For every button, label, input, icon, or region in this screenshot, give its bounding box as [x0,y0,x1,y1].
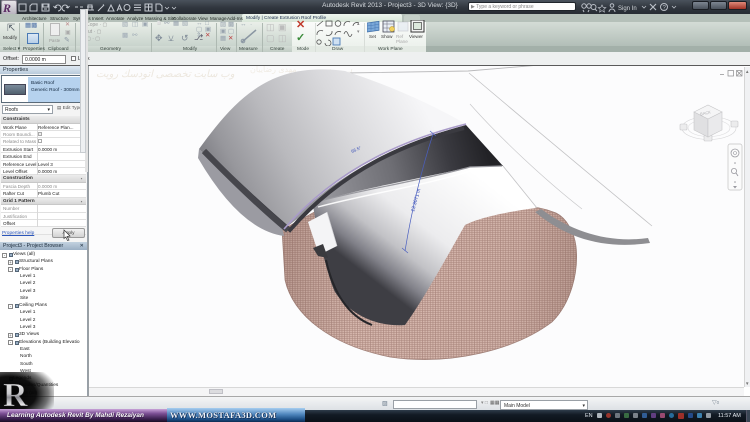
svg-text:مهدی رضاییان: مهدی رضاییان [250,66,297,74]
svg-text:R: R [3,377,28,412]
svg-text:وب سایت تخصصی اتودسك رویت: وب سایت تخصصی اتودسك رویت [96,69,235,80]
